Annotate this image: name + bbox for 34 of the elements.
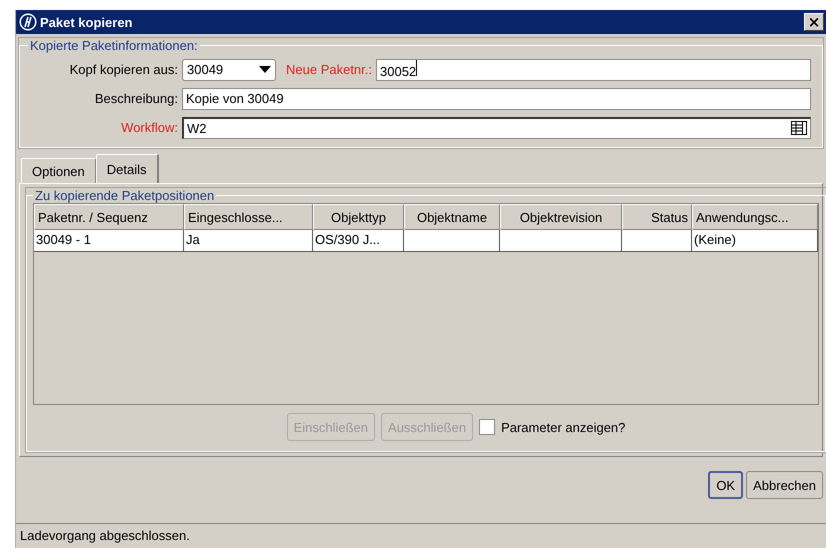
field-label: Workflow: xyxy=(120,120,178,135)
column-header[interactable]: Objektname xyxy=(404,204,500,230)
table-cell xyxy=(622,230,692,252)
column-header[interactable]: Paketnr. / Sequenz xyxy=(34,204,184,230)
field-label: Neue Paketnr.: xyxy=(286,62,372,77)
close-button[interactable]: × xyxy=(804,13,824,31)
table-cell: 30049 - 1 xyxy=(34,230,184,252)
group-title: Kopierte Paketinformationen: xyxy=(29,38,199,53)
table-cell: Ja xyxy=(184,230,313,252)
group-title: Zu kopierende Paketpositionen xyxy=(34,188,216,203)
table-cell: (Keine) xyxy=(692,230,818,252)
field-label: Kopf kopieren aus: xyxy=(68,62,178,77)
window-title: Paket kopieren xyxy=(40,14,134,30)
checkbox-label: Parameter anzeigen? xyxy=(501,420,626,434)
dropdown-arrow-icon xyxy=(259,66,271,73)
checkbox[interactable] xyxy=(479,419,496,435)
column-header[interactable]: Objekttyp xyxy=(313,204,404,230)
table-cell: OS/390 J... xyxy=(313,230,404,252)
column-header[interactable]: Objektrevision xyxy=(500,204,622,230)
dropdown[interactable]: 30049 xyxy=(182,58,276,80)
dialog-button[interactable]: Abbrechen xyxy=(746,471,823,499)
column-header[interactable]: Anwendungsc... xyxy=(692,204,818,230)
tab[interactable]: Details xyxy=(96,154,159,183)
tab[interactable]: Optionen xyxy=(21,158,96,183)
table-icon[interactable] xyxy=(791,121,807,135)
dialog-button[interactable]: OK xyxy=(708,471,744,499)
status-bar: Ladevorgang abgeschlossen. xyxy=(16,523,826,548)
input-field[interactable]: Kopie von 30049 xyxy=(182,88,811,110)
column-header[interactable]: Status xyxy=(622,204,692,230)
logo-icon xyxy=(19,13,37,31)
column-header[interactable]: Eingeschlosse... xyxy=(184,204,313,230)
input-field[interactable]: W2 xyxy=(182,116,811,138)
field-label: Beschreibung: xyxy=(94,91,178,106)
input-field[interactable]: 30052 xyxy=(376,58,811,80)
